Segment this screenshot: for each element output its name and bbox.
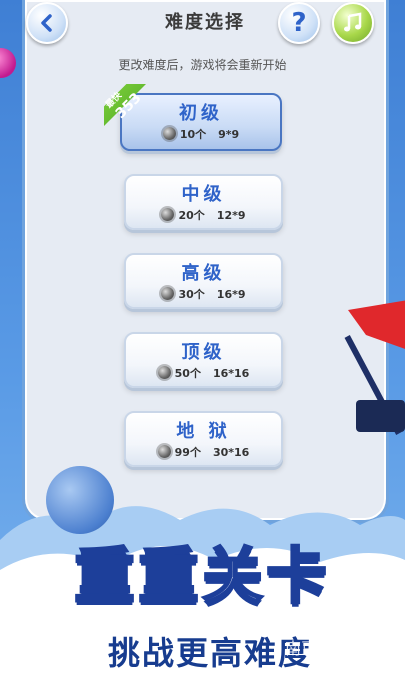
mine-icon (162, 127, 176, 140)
page-title: 难度选择 (165, 12, 245, 33)
level-info: 10个 9*9 (122, 126, 280, 142)
blue-mine-decoration (46, 466, 114, 534)
mine-icon (157, 445, 171, 458)
help-button[interactable]: ? (278, 2, 320, 44)
grid-size: 16*9 (216, 288, 246, 301)
mine-count: 10个 (179, 128, 207, 141)
level-option-hell[interactable]: 地 狱 99个 30*16 (124, 411, 283, 467)
mine-icon (157, 366, 171, 379)
grid-size: 12*9 (216, 209, 246, 222)
top-bar: 难度选择 ? (0, 0, 405, 44)
pink-mine-decoration (0, 48, 16, 78)
level-name: 顶级 (181, 342, 226, 363)
mine-count: 50个 (174, 367, 201, 380)
mine-count: 30个 (178, 288, 205, 301)
music-toggle-button[interactable] (332, 2, 374, 44)
level-option-intermediate[interactable]: 中级 20个 12*9 (124, 174, 283, 230)
level-info: 50个 16*16 (126, 365, 281, 381)
back-icon (41, 14, 52, 32)
grid-size: 9*9 (218, 128, 240, 141)
difficulty-hint: 更改难度后，游戏将会重新开始 (118, 58, 287, 72)
level-name: 初级 (179, 103, 223, 124)
watermark: 南豆芙 (285, 639, 334, 658)
level-name: 高级 (181, 263, 226, 284)
help-icon: ? (291, 8, 307, 38)
grid-size: 16*16 (212, 367, 250, 380)
mine-icon (161, 208, 175, 221)
mine-icon (161, 287, 175, 300)
mine-count: 99个 (174, 446, 201, 459)
level-info: 30个 16*9 (126, 286, 281, 302)
level-name: 地 狱 (176, 421, 231, 442)
grid-size: 30*16 (212, 446, 250, 459)
back-button[interactable] (26, 2, 68, 44)
music-note-icon (344, 12, 362, 32)
level-info: 20个 12*9 (126, 207, 281, 223)
level-option-expert[interactable]: 顶级 50个 16*16 (124, 332, 283, 388)
mine-count: 20个 (178, 209, 205, 222)
flag-base-decoration (356, 400, 405, 432)
promo-title: 重重关卡 (73, 541, 331, 614)
level-info: 99个 30*16 (126, 444, 281, 460)
level-name: 中级 (181, 184, 226, 205)
level-option-advanced[interactable]: 高级 30个 16*9 (124, 253, 283, 309)
level-option-beginner[interactable]: 初级 10个 9*9 (120, 93, 282, 151)
